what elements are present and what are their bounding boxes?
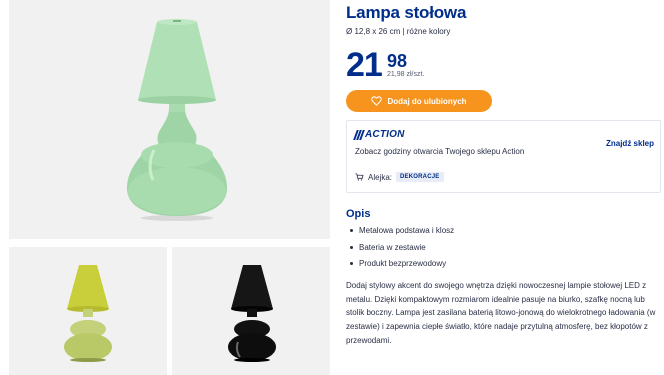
product-title: Lampa stołowa: [346, 3, 467, 22]
store-info-box: ACTION Zobacz godziny otwarcia Twojego s…: [346, 120, 661, 193]
opening-hours-text: Zobacz godziny otwarcia Twojego sklepu A…: [355, 147, 525, 156]
price-decimal: 98: [387, 51, 408, 71]
action-logo: ACTION: [353, 128, 405, 141]
add-to-favorites-button[interactable]: Dodaj do ulubionych: [346, 90, 492, 112]
action-logo-stripes: [353, 129, 365, 140]
feature-item: Produkt bezprzewodowy: [346, 258, 454, 275]
product-details-panel: Lampa stołowa Ø 12,8 x 26 cm | różne kol…: [346, 0, 664, 375]
price-integer: 21: [346, 46, 383, 84]
feature-item: Bateria w zestawie: [346, 242, 454, 259]
feature-list: Metalowa podstawa i klosz Bateria w zest…: [346, 225, 454, 275]
product-dimensions: Ø 12,8 x 26 cm | różne kolory: [346, 27, 451, 36]
lamp-black-image: [228, 265, 276, 362]
thumbnail-yellow-lamp[interactable]: [9, 247, 167, 375]
lamp-green-image: [127, 19, 227, 221]
thumbnail-black-lamp[interactable]: [172, 247, 330, 375]
aisle-badge[interactable]: DEKORACJE: [396, 172, 444, 182]
aisle-info: Alejka: DEKORACJE: [355, 172, 444, 182]
find-store-link[interactable]: Znajdź sklep: [606, 139, 654, 148]
action-logo-text: ACTION: [365, 129, 405, 140]
feature-item: Metalowa podstawa i klosz: [346, 225, 454, 242]
lamp-yellow-image: [64, 265, 112, 362]
product-main-image[interactable]: [9, 0, 330, 239]
add-to-favorites-label: Dodaj do ulubionych: [387, 96, 467, 106]
cart-icon: [355, 173, 364, 181]
description-body: Dodaj stylowy akcent do swojego wnętrza …: [346, 281, 656, 345]
description-heading: Opis: [346, 208, 371, 220]
heart-icon: [371, 96, 383, 106]
unit-price: 21,98 zł/szt.: [387, 71, 425, 78]
aisle-label: Alejka:: [368, 172, 393, 182]
